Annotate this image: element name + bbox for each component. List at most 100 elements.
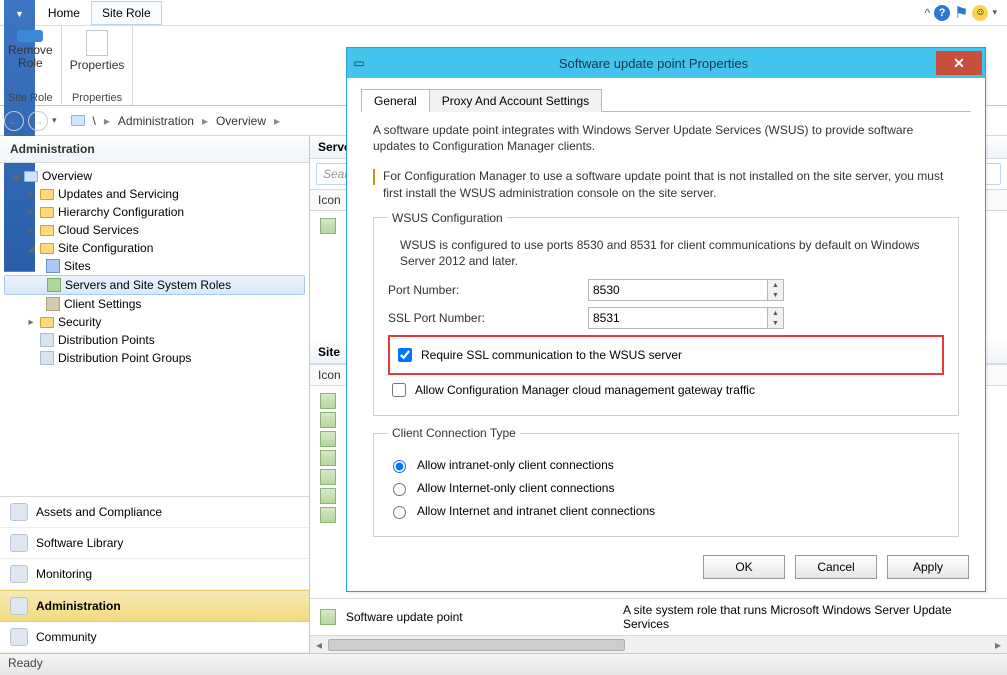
nav-back-button[interactable]: ←	[4, 111, 24, 131]
tree-label: Sites	[64, 259, 91, 273]
tree-siteconf[interactable]: ◢Site Configuration	[0, 239, 309, 257]
hscrollbar[interactable]: ◂ ▸	[310, 635, 1007, 653]
port-spinner[interactable]: ▲▼	[768, 279, 784, 301]
expand-icon[interactable]: ^	[924, 6, 930, 20]
nav-fwd-button[interactable]: →	[28, 111, 48, 131]
folder-icon	[40, 243, 54, 254]
nav-monitoring[interactable]: Monitoring	[0, 559, 309, 590]
warning-icon	[373, 169, 375, 185]
tree-servers[interactable]: Servers and Site System Roles	[4, 275, 305, 295]
server-row-icon[interactable]	[320, 218, 336, 234]
role-row-icon[interactable]	[320, 469, 336, 485]
dialog-title: Software update point Properties	[371, 56, 936, 71]
require-ssl-checkbox[interactable]	[398, 348, 412, 362]
ssl-port-label: SSL Port Number:	[388, 311, 588, 325]
nav-dropdown[interactable]: ▾	[52, 115, 57, 126]
folder-icon	[24, 171, 38, 182]
tree-label: Site Configuration	[58, 241, 153, 255]
tree-sites[interactable]: Sites	[0, 257, 309, 275]
help-icon[interactable]: ?	[934, 5, 950, 21]
radio-internet-label: Allow Internet-only client connections	[417, 481, 614, 495]
warning-text: For Configuration Manager to use a softw…	[383, 168, 959, 200]
ribbon-group-label-properties: Properties	[70, 91, 125, 105]
servers-icon	[47, 278, 61, 292]
row-role-name[interactable]: Software update point	[346, 610, 613, 624]
role-row-icon[interactable]	[320, 393, 336, 409]
nav-community[interactable]: Community	[0, 622, 309, 653]
ssl-port-input[interactable]	[588, 307, 768, 329]
nav-admin[interactable]: Administration	[0, 590, 309, 622]
feedback-icon[interactable]: ☺	[972, 5, 988, 21]
port-label: Port Number:	[388, 283, 588, 297]
tree-distgroups[interactable]: Distribution Point Groups	[0, 349, 309, 367]
assets-icon	[10, 503, 28, 521]
feedback-dropdown[interactable]: ▾	[992, 7, 997, 18]
nav-label: Assets and Compliance	[36, 505, 162, 519]
tree-client[interactable]: Client Settings	[0, 295, 309, 313]
folder-icon	[40, 207, 54, 218]
nav-label: Software Library	[36, 536, 123, 550]
cancel-button[interactable]: Cancel	[795, 555, 877, 579]
nav-library[interactable]: Software Library	[0, 528, 309, 559]
tree-distpoints[interactable]: Distribution Points	[0, 331, 309, 349]
tree-label: Overview	[42, 169, 92, 183]
nav-tree[interactable]: ◢Overview ▸Updates and Servicing ▸Hierar…	[0, 163, 309, 496]
tab-site-role[interactable]: Site Role	[91, 1, 162, 25]
wsus-text: WSUS is configured to use ports 8530 and…	[400, 237, 944, 269]
nav-assets[interactable]: Assets and Compliance	[0, 497, 309, 528]
status-bar: Ready	[0, 653, 1007, 675]
tree-security[interactable]: ▸Security	[0, 313, 309, 331]
radio-intranet-label: Allow intranet-only client connections	[417, 458, 614, 472]
wsus-fieldset: WSUS Configuration WSUS is configured to…	[373, 211, 959, 416]
sidebar-title: Administration	[0, 136, 309, 163]
sites-icon	[46, 259, 60, 273]
breadcrumb-admin[interactable]: Administration	[114, 112, 198, 130]
role-row-icon[interactable]	[320, 609, 336, 625]
cct-legend: Client Connection Type	[388, 426, 520, 440]
apply-button[interactable]: Apply	[887, 555, 969, 579]
tree-overview[interactable]: ◢Overview	[0, 167, 309, 185]
library-icon	[10, 534, 28, 552]
tab-home[interactable]: Home	[37, 1, 91, 25]
tab-general[interactable]: General	[361, 89, 430, 112]
tree-cloud[interactable]: ▸Cloud Services	[0, 221, 309, 239]
ssl-port-spinner[interactable]: ▲▼	[768, 307, 784, 329]
radio-intranet[interactable]	[393, 460, 406, 473]
allow-cmg-checkbox[interactable]	[392, 383, 406, 397]
require-ssl-label: Require SSL communication to the WSUS se…	[421, 348, 682, 362]
dpg-icon	[40, 351, 54, 365]
breadcrumb-root-icon[interactable]	[71, 115, 85, 126]
radio-both[interactable]	[393, 506, 406, 519]
flag-icon[interactable]: ⚑	[954, 3, 968, 23]
radio-internet[interactable]	[393, 483, 406, 496]
tree-hierarchy[interactable]: ▸Hierarchy Configuration	[0, 203, 309, 221]
tree-updates[interactable]: ▸Updates and Servicing	[0, 185, 309, 203]
allow-cmg-label: Allow Configuration Manager cloud manage…	[415, 383, 755, 397]
breadcrumb-overview[interactable]: Overview	[212, 112, 270, 130]
remove-role-icon	[17, 30, 43, 42]
properties-button[interactable]: Properties	[70, 30, 125, 72]
role-row-icon[interactable]	[320, 488, 336, 504]
folder-icon	[40, 189, 54, 200]
role-row-icon[interactable]	[320, 412, 336, 428]
tab-proxy[interactable]: Proxy And Account Settings	[429, 89, 602, 112]
tree-label: Updates and Servicing	[58, 187, 179, 201]
role-row-icon[interactable]	[320, 507, 336, 523]
col-icon[interactable]: Icon	[318, 368, 341, 382]
col-icon[interactable]: Icon	[318, 193, 341, 207]
ok-button[interactable]: OK	[703, 555, 785, 579]
hscroll-thumb[interactable]	[328, 639, 625, 651]
community-icon	[10, 628, 28, 646]
role-row-icon[interactable]	[320, 431, 336, 447]
tree-label: Distribution Point Groups	[58, 351, 191, 365]
radio-both-label: Allow Internet and intranet client conne…	[417, 504, 655, 518]
dialog-sys-icon: ▭	[347, 56, 371, 70]
remove-role-button[interactable]: Remove Role	[8, 30, 53, 70]
port-input[interactable]	[588, 279, 768, 301]
dp-icon	[40, 333, 54, 347]
folder-icon	[40, 317, 54, 328]
ribbon-group-label-site-role: Site Role	[8, 91, 53, 105]
breadcrumb-root[interactable]: \	[89, 112, 100, 130]
close-button[interactable]: ✕	[936, 51, 982, 75]
role-row-icon[interactable]	[320, 450, 336, 466]
